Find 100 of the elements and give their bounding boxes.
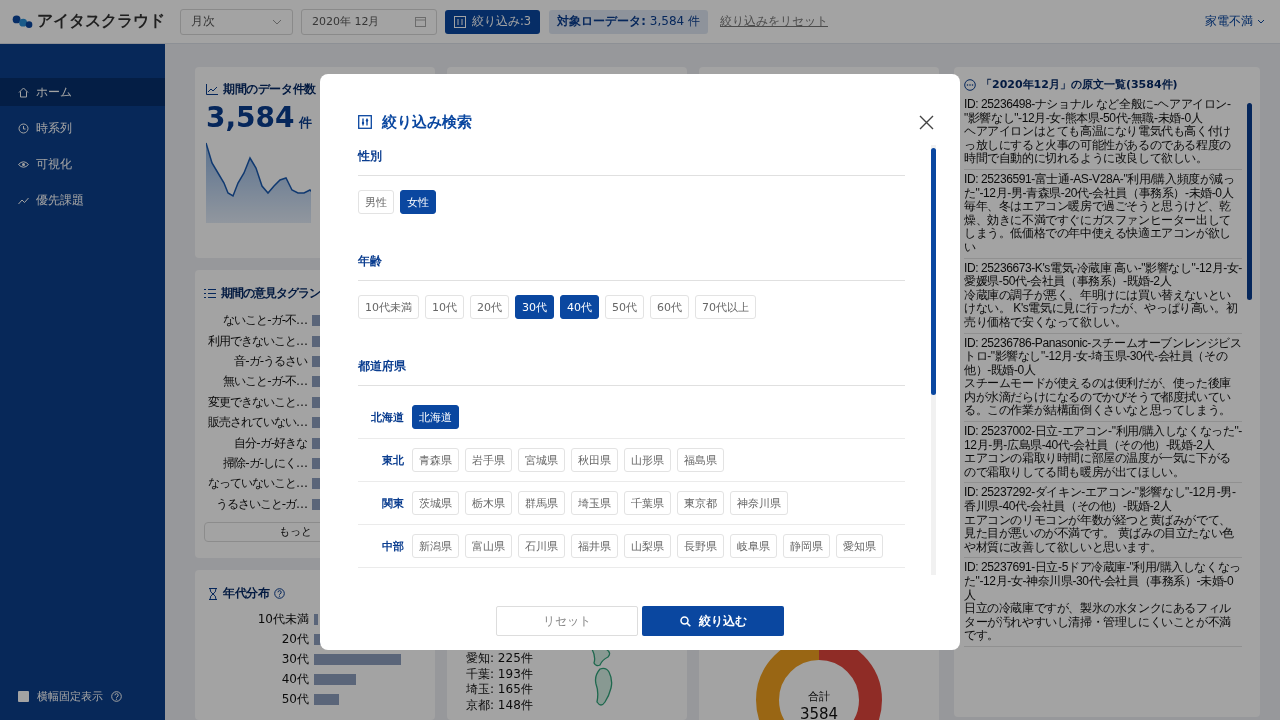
option-chip[interactable]: 女性 — [400, 190, 436, 214]
sidebar-item[interactable]: 時系列 — [0, 114, 165, 142]
chevron-icon — [1257, 19, 1265, 24]
checkbox-label: 横幅固定表示 — [37, 689, 103, 704]
option-chip[interactable]: 10代未満 — [358, 295, 419, 319]
option-chip[interactable]: 岩手県 — [465, 448, 512, 472]
option-chip[interactable]: 東京都 — [677, 491, 724, 515]
sliders-icon — [358, 115, 372, 129]
dialog-title: 絞り込み検索 — [382, 112, 472, 132]
age-label: 40代 — [280, 670, 309, 688]
option-chip[interactable]: 青森県 — [412, 448, 459, 472]
option-chip[interactable]: 栃木県 — [465, 491, 512, 515]
total-label: 合計 — [808, 689, 830, 704]
age-label: 20代 — [280, 630, 309, 648]
option-chip[interactable]: 石川県 — [518, 534, 565, 558]
help-icon — [274, 588, 286, 599]
option-chip[interactable]: 20代 — [470, 295, 509, 319]
total-value: 3584 — [799, 705, 839, 720]
help-icon — [111, 691, 122, 702]
chat-icon — [964, 78, 976, 91]
prefecture-count: 埼玉: 165件 — [466, 682, 534, 698]
option-chip[interactable]: 福島県 — [677, 448, 724, 472]
option-chip[interactable]: 千葉県 — [624, 491, 671, 515]
prefecture-count: 愛知: 225件 — [466, 651, 534, 667]
tag-label: 販売されていない… — [207, 414, 307, 432]
month-field[interactable]: 2020年 12月 — [301, 8, 437, 35]
tag-label: ないこと-ガ-不… — [222, 312, 307, 330]
comment-text: スチームモードが使えるのは便利だが、使った後庫内が水滴だらけになるのでかびそうで都度拭いている。この作業が結構面倒くさいなと思ってしまう。 — [964, 377, 1232, 419]
eye-icon — [18, 158, 29, 170]
reset-link[interactable]: 絞り込みをリセット — [720, 14, 828, 29]
comment-text: 毎年、冬はエアコン暖房で過ごそうと思うけど、乾燥、効きに不満ですぐにガスファンヒーター出してしまう。低価格での年中使える快適エアコンが欲しい — [964, 200, 1231, 255]
data-count: 3,584 — [206, 101, 295, 134]
option-chip[interactable]: 富山県 — [465, 534, 512, 558]
comment-meta: ID: 25237691-日立-5ドア冷蔵庫-"利用/購入しなくなった"-12月-女-神奈川県-30代-会社員（事務系）-未婚-0人 — [964, 561, 1242, 602]
card-title: 期間の意見タグラン — [221, 286, 320, 301]
option-chip[interactable]: 茨城県 — [412, 491, 459, 515]
prefecture-count: 京都: 148件 — [466, 697, 534, 713]
age-label: 10代未満 — [256, 610, 309, 628]
comment-meta: ID: 25236591-富士通-AS-V28A-"利用/購入頻度が減った"-12月-男-青森県-20代-会社員（事務系）-未婚-0人 — [964, 172, 1236, 200]
list-icon — [204, 288, 216, 299]
hourglass-icon — [208, 587, 218, 600]
tag-label: 掃除-ガ-しにく… — [222, 454, 307, 472]
option-chip[interactable]: 山形県 — [624, 448, 671, 472]
option-chip[interactable]: 山梨県 — [624, 534, 671, 558]
comment-meta: ID: 25236498-ナショナル など全般に-ヘアアイロン-"影響なし"-12月-女-熊本県-50代-無職-未婚-0人 — [964, 98, 1232, 125]
option-chip[interactable]: 神奈川県 — [730, 491, 788, 515]
section-heading: 都道府県 — [358, 359, 407, 374]
card-title: 年代分布 — [223, 586, 270, 601]
tag-label: 変更できないこと… — [207, 393, 307, 411]
comment-text: 日立の冷蔵庫ですが、製氷の水タンクにあるフィルターが汚れやすいし清掃・管理しにくいことが不満です。 — [964, 602, 1232, 643]
calendar-icon — [415, 16, 426, 27]
option-chip[interactable]: 10代 — [425, 295, 464, 319]
option-chip[interactable]: 60代 — [650, 295, 689, 319]
clock-icon — [18, 122, 29, 134]
period-select[interactable]: 月次 — [180, 8, 293, 35]
age-bar — [314, 673, 356, 685]
option-chip[interactable]: 宮城県 — [518, 448, 565, 472]
option-chip[interactable]: 70代以上 — [695, 295, 756, 319]
age-label: 30代 — [280, 650, 309, 668]
filter-button[interactable]: 絞り込み:3 — [445, 9, 541, 34]
option-chip[interactable]: 埼玉県 — [571, 491, 618, 515]
apply-button[interactable]: 絞り込む — [642, 606, 784, 636]
logo-text: アイタスクラウド — [37, 11, 165, 32]
option-chip[interactable]: 静岡県 — [783, 534, 830, 558]
comment-text: ヘアアイロンはとても高温になり電気代も高く付けっ放しにすると火事の可能性があるのである程度の時間で自動的に切れるように改良して欲しい。 — [964, 125, 1232, 166]
checkbox[interactable] — [18, 691, 29, 702]
option-chip[interactable]: 秋田県 — [571, 448, 618, 472]
search-icon — [679, 615, 691, 627]
category-menu[interactable]: 家電不満 — [1205, 14, 1265, 29]
comment-meta: ID: 25237002-日立-エアコン-"利用/購入しなくなった"-12月-男-広島県-40代-会社員（その他）-既婚-2人 — [964, 425, 1242, 452]
option-chip[interactable]: 30代 — [515, 295, 554, 319]
comment-text: エアコンのリモコンが年数が経つと黄ばみがでて、見た目が悪いのが不満です。 黄ばみの目立たない色や材質に改善して欲しいと思います。 — [964, 513, 1235, 555]
sidebar-item[interactable]: ホーム — [0, 78, 165, 106]
tag-label: なっていないこと… — [207, 475, 307, 493]
option-chip[interactable]: 群馬県 — [518, 491, 565, 515]
tag-label: 無いこと-ガ-不… — [222, 373, 307, 391]
option-chip[interactable]: 長野県 — [677, 534, 724, 558]
option-chip[interactable]: 男性 — [358, 190, 394, 214]
tag-label: うるさいこと-ガ… — [214, 495, 307, 513]
section-heading: 性別 — [358, 149, 383, 164]
section-heading: 年齢 — [358, 254, 383, 269]
option-chip[interactable]: 福井県 — [571, 534, 618, 558]
option-chip[interactable]: 北海道 — [412, 405, 459, 429]
chart-icon — [206, 84, 218, 95]
card-title: 「2020年12月」の原文一覧(3584件) — [981, 77, 1178, 92]
option-chip[interactable]: 愛知県 — [836, 534, 883, 558]
option-chip[interactable]: 50代 — [605, 295, 644, 319]
option-chip[interactable]: 岐阜県 — [730, 534, 777, 558]
close-icon — [919, 114, 934, 130]
age-bar — [314, 613, 318, 625]
home-icon — [18, 86, 29, 98]
sidebar-item[interactable]: 可視化 — [0, 150, 165, 178]
option-chip[interactable]: 40代 — [560, 295, 599, 319]
tag-label: 利用できないこと… — [207, 332, 307, 350]
sidebar-item[interactable]: 優先課題 — [0, 186, 165, 214]
sliders-icon — [454, 15, 466, 28]
option-chip[interactable]: 新潟県 — [412, 534, 459, 558]
comment-meta: ID: 25236786-Panasonic-スチームオーブンレンジビストロ-"影響なし"-12月-女-埼玉県-30代-会社員（その他）-既婚-0人 — [964, 336, 1242, 377]
region-label: 関東 — [381, 495, 404, 511]
reset-button[interactable]: リセット — [496, 606, 638, 636]
